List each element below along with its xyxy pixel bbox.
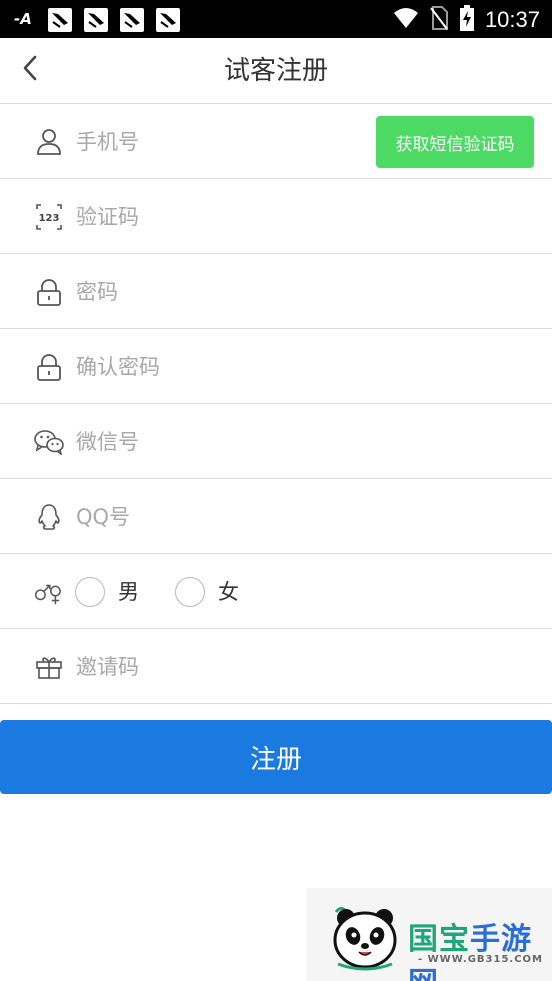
notification-icon xyxy=(156,8,180,32)
watermark-url: - WWW.GB315.COM - xyxy=(418,954,543,976)
qq-penguin-icon xyxy=(34,502,64,532)
confirm-password-input[interactable] xyxy=(76,347,366,387)
password-input[interactable] xyxy=(76,272,366,312)
status-bar-right: 10:37 xyxy=(393,5,540,35)
no-sim-icon xyxy=(429,5,449,35)
battery-charging-icon xyxy=(459,5,475,35)
confirm-password-row xyxy=(0,329,552,404)
qq-row xyxy=(0,479,552,554)
status-bar: -A 10:37 xyxy=(0,0,552,38)
gender-icon xyxy=(32,577,62,607)
notification-icon xyxy=(48,8,72,32)
font-icon: -A xyxy=(14,6,36,34)
invite-code-input[interactable] xyxy=(76,647,366,687)
lock-icon xyxy=(34,352,64,382)
user-icon xyxy=(34,127,64,157)
watermark-title-part1: 国宝 xyxy=(408,922,470,957)
page-title: 试客注册 xyxy=(223,56,328,86)
panda-logo-icon xyxy=(328,902,404,976)
wechat-row xyxy=(0,404,552,479)
lock-icon xyxy=(34,277,64,307)
qq-input[interactable] xyxy=(76,497,366,537)
notification-icon xyxy=(84,8,108,32)
get-sms-code-button[interactable]: 获取短信验证码 xyxy=(376,116,534,168)
phone-input[interactable] xyxy=(76,122,366,162)
notification-icon xyxy=(120,8,144,32)
phone-row: 获取短信验证码 xyxy=(0,104,552,179)
title-bar: 试客注册 xyxy=(0,38,552,104)
female-radio[interactable] xyxy=(175,577,205,607)
wechat-icon xyxy=(34,427,64,457)
number-123-icon: 123 xyxy=(34,202,64,232)
clock: 10:37 xyxy=(484,7,540,32)
wechat-input[interactable] xyxy=(76,422,366,462)
status-bar-left: -A xyxy=(14,6,180,34)
watermark: 国宝手游网 - WWW.GB315.COM - xyxy=(306,888,552,981)
male-label: 男 xyxy=(118,580,139,604)
gender-row: 男 女 xyxy=(0,554,552,629)
female-label: 女 xyxy=(218,580,239,604)
male-radio[interactable] xyxy=(75,577,105,607)
wifi-icon xyxy=(393,7,419,33)
svg-text:123: 123 xyxy=(39,213,60,224)
svg-text:-A: -A xyxy=(14,10,32,28)
password-row xyxy=(0,254,552,329)
verification-code-input[interactable] xyxy=(76,197,366,237)
gift-icon xyxy=(34,652,64,682)
invite-row xyxy=(0,629,552,704)
code-row: 123 xyxy=(0,179,552,254)
register-button[interactable]: 注册 xyxy=(0,720,552,794)
